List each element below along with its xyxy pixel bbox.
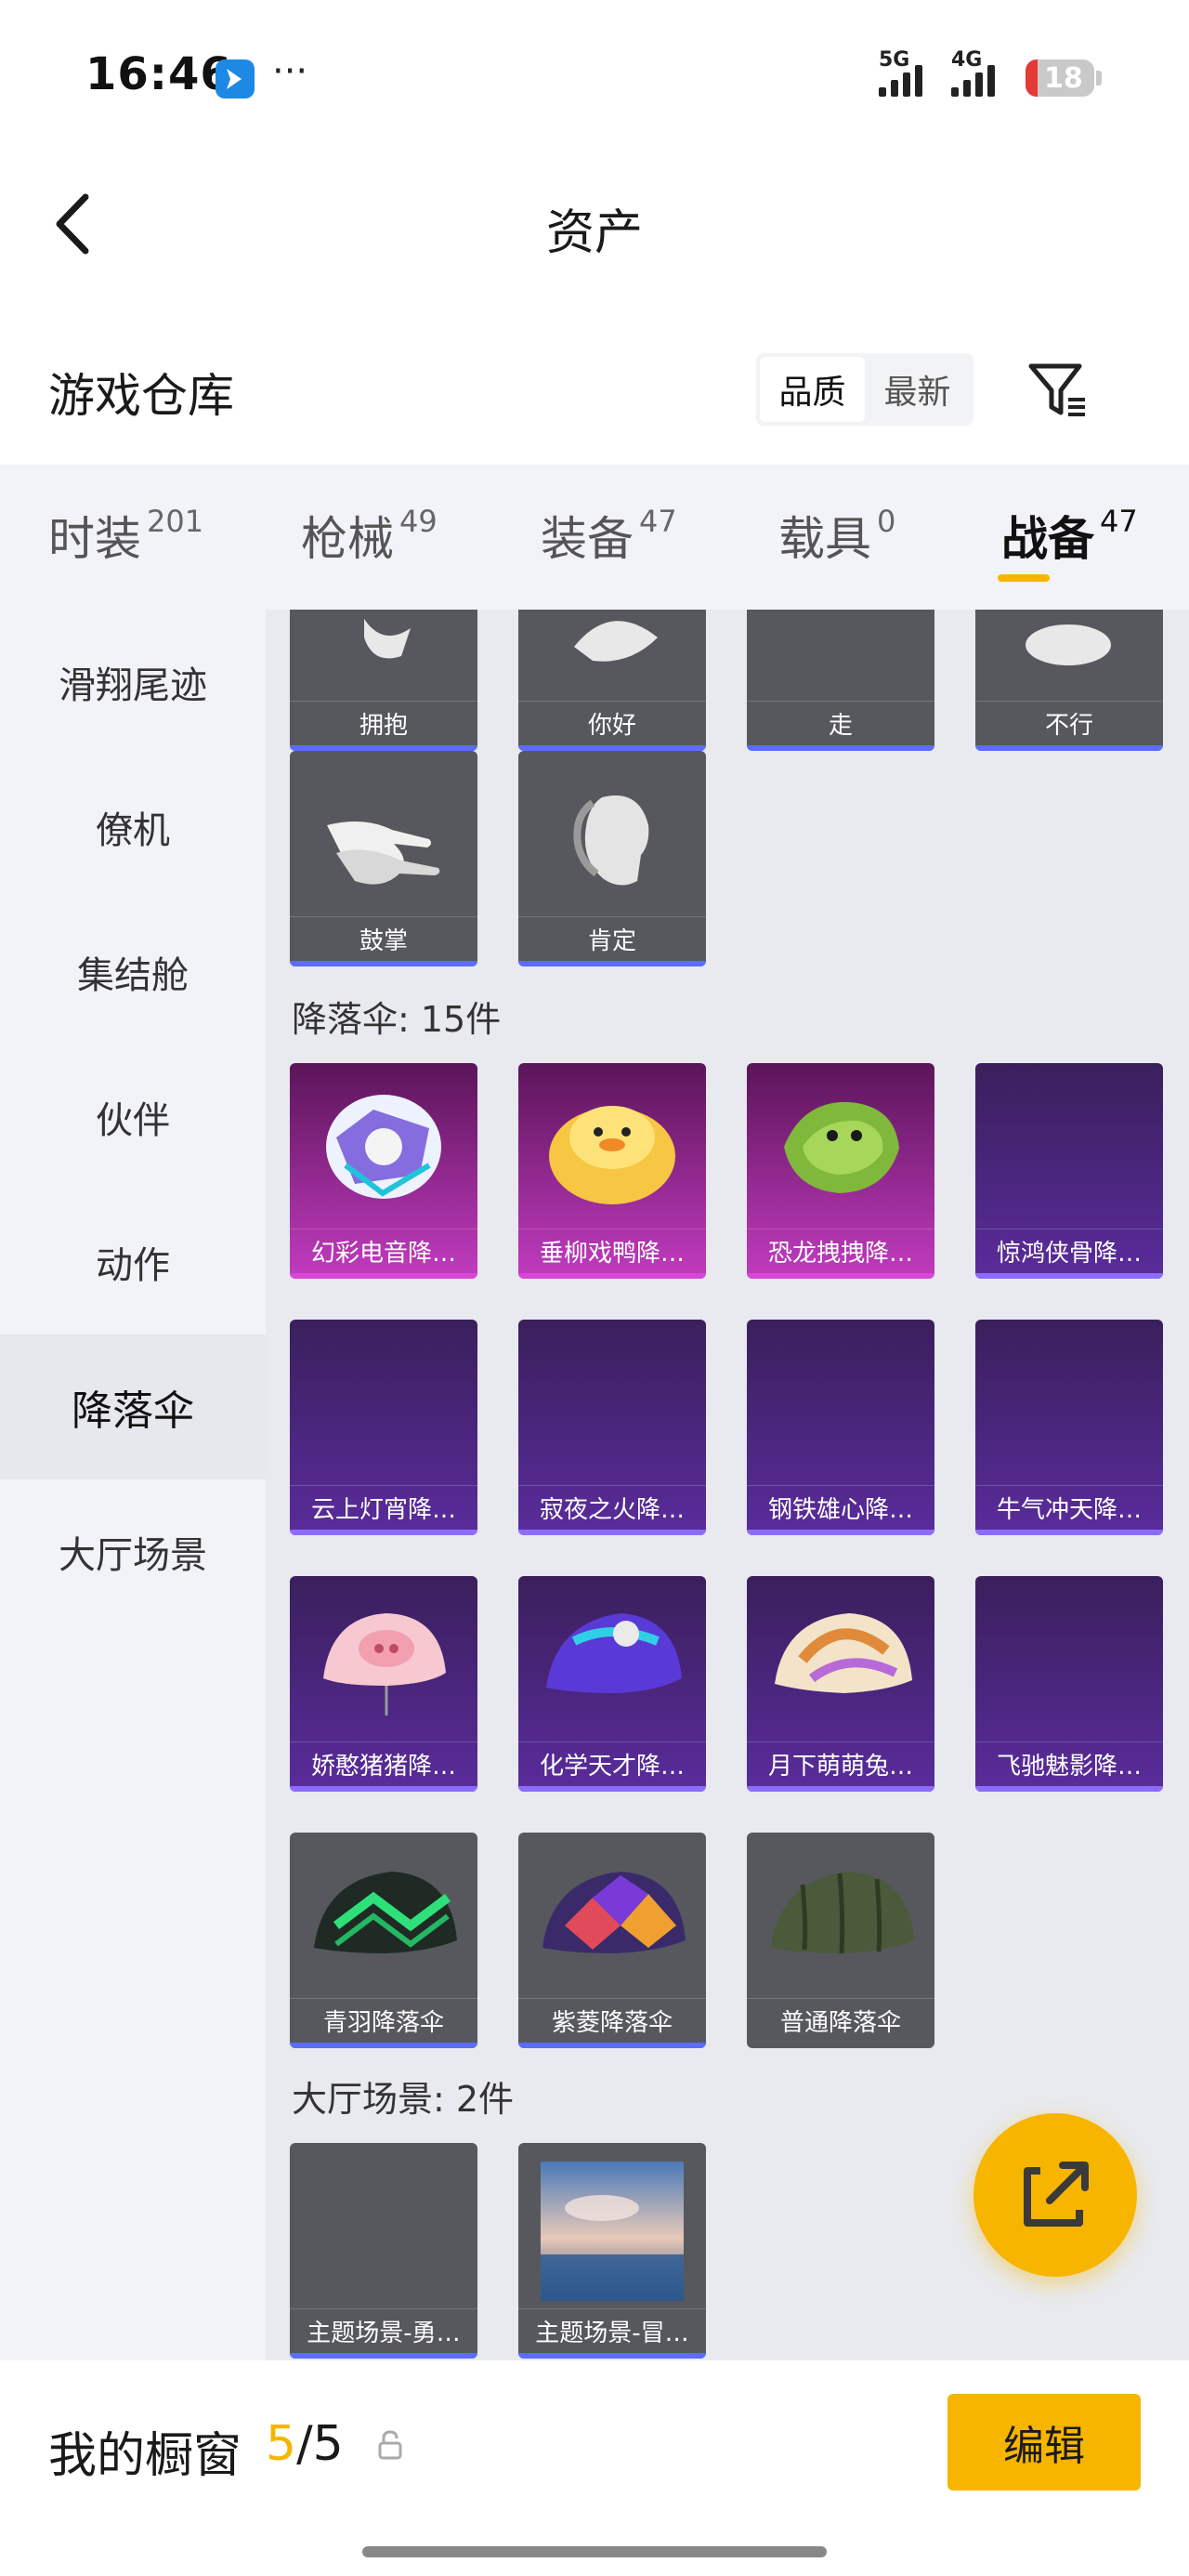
item-card[interactable]: 青羽降落伞 [290,1833,477,2048]
parachute-pig-icon [323,1613,446,1715]
parachute-dazzle-icon [326,1095,441,1199]
lock-icon [378,2430,402,2460]
active-tab-indicator [998,574,1050,582]
group-title-parachute: 降落伞: 15件 [292,999,502,1040]
sidebar-item-parachute[interactable]: 降落伞 [0,1334,266,1479]
notification-app-icon [216,59,255,99]
sidebar: 滑翔尾迹 僚机 集结舱 伙伴 动作 降落伞 大厅场景 [0,610,266,2360]
section-title: 游戏仓库 [48,369,234,423]
tab-vehicles[interactable]: 载具 0 [778,502,895,569]
item-grid: 拥抱 你好 走 不行 鼓掌 肯定 降落伞: 15件 幻彩电音降… 垂柳戏鸭降… … [266,610,1189,2360]
category-tabs: 时装 201 枪械 49 装备 47 载具 0 战备 47 [0,465,1189,610]
item-card[interactable]: 你好 [518,610,706,751]
parachute-placeholder-icon [975,1576,1163,1743]
parachute-moon-rabbit-icon [775,1613,912,1693]
edit-button[interactable]: 编辑 [947,2394,1141,2491]
tab-weapons[interactable]: 枪械 49 [301,502,438,569]
item-card[interactable]: 紫菱降落伞 [518,1833,706,2048]
showcase-count: 5/5 [266,2416,344,2472]
scene-placeholder-icon [290,2143,477,2310]
emote-clap-icon [327,821,440,885]
parachute-placeholder-icon [975,1320,1163,1487]
item-card[interactable]: 牛气冲天降… [975,1320,1163,1535]
sidebar-item-companion[interactable]: 伙伴 [0,1045,266,1189]
sort-option-quality[interactable]: 品质 [760,357,865,422]
battery-level: 18 [1044,62,1083,95]
tab-fashion[interactable]: 时装 201 [48,502,203,569]
item-card[interactable]: 垂柳戏鸭降… [518,1063,706,1279]
parachute-dinosaur-icon [784,1101,899,1193]
filter-icon[interactable] [1026,357,1091,422]
item-card[interactable]: 化学天才降… [518,1576,706,1792]
status-time: 16:46 [85,48,232,100]
group-title-lobby-scene: 大厅场景: 2件 [292,2079,515,2120]
parachute-placeholder-icon [290,1320,477,1487]
sidebar-item-lobby-scene[interactable]: 大厅场景 [0,1479,266,1624]
emote-nod-icon [573,795,649,886]
item-card[interactable]: 云上灯宵降… [290,1320,477,1535]
item-card[interactable]: 月下萌萌兔… [747,1576,934,1792]
battery-tip [1096,71,1102,85]
share-export-icon [1024,2162,1089,2227]
tab-battle-gear[interactable]: 战备 47 [1001,502,1138,569]
sidebar-item-emote[interactable]: 动作 [0,1189,266,1334]
status-bar: 16:46 ··· 5G 4G 18 [0,0,1189,158]
item-card[interactable]: 普通降落伞 [747,1833,934,2048]
sidebar-item-rally-pod[interactable]: 集结舱 [0,900,266,1045]
emote-walk-icon [747,610,934,703]
item-card[interactable]: 不行 [975,610,1163,751]
item-card[interactable]: 幻彩电音降… [290,1063,477,1279]
parachute-green-feather-icon [314,1872,457,1953]
battery-icon: 18 [1026,59,1094,97]
network-4g-label: 4G [951,48,983,72]
item-card[interactable]: 鼓掌 [290,751,477,966]
item-card[interactable]: 恐龙拽拽降… [747,1063,934,1279]
sidebar-item-wingman[interactable]: 僚机 [0,755,266,900]
item-card[interactable]: 寂夜之火降… [518,1320,706,1535]
parachute-duck-icon [549,1106,675,1204]
sort-option-newest[interactable]: 最新 [865,357,970,422]
share-button[interactable] [973,2113,1137,2277]
signal-4g-icon: 4G [951,48,995,97]
parachute-placeholder-icon [747,1320,934,1487]
sidebar-item-glide-trail[interactable]: 滑翔尾迹 [0,610,266,755]
home-indicator [362,2546,827,2557]
emote-hello-icon [574,621,658,662]
item-card[interactable]: 飞驰魅影降… [975,1576,1163,1792]
network-5g-label: 5G [879,48,910,72]
item-card[interactable]: 拥抱 [290,610,477,751]
parachute-placeholder-icon [518,1320,706,1487]
sort-toggle: 品质 最新 [756,353,973,426]
item-card[interactable]: 肯定 [518,751,706,966]
parachute-purple-diamond-icon [542,1872,686,1953]
item-card[interactable]: 娇憨猪猪降… [290,1576,477,1792]
item-card[interactable]: 主题场景-冒… [518,2143,706,2359]
emote-no-icon [1026,624,1111,665]
showcase-label: 我的橱窗 [48,2428,242,2484]
parachute-standard-icon [771,1872,914,1954]
scene-ocean-sky-icon [541,2162,684,2301]
parachute-placeholder-icon [975,1063,1163,1230]
tab-equipment[interactable]: 装备 47 [541,502,677,569]
signal-5g-icon: 5G [879,48,922,97]
emote-hug-icon [364,619,411,659]
page-title: 资产 [545,205,643,261]
parachute-chemist-icon [546,1613,682,1693]
item-card[interactable]: 走 [747,610,934,751]
item-card[interactable]: 钢铁雄心降… [747,1320,934,1535]
more-notifications-icon: ··· [272,50,308,93]
item-card[interactable]: 惊鸿侠骨降… [975,1063,1163,1279]
item-card[interactable]: 主题场景-勇… [290,2143,477,2359]
